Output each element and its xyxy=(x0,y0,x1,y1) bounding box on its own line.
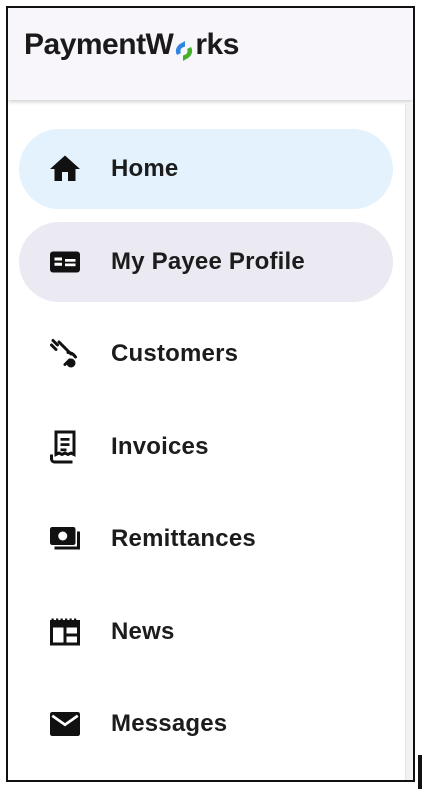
newspaper-icon xyxy=(45,612,85,652)
customers-icon xyxy=(45,334,85,374)
paymentworks-logo[interactable]: PaymentW rks xyxy=(24,28,239,62)
nav-item-messages[interactable]: Messages xyxy=(19,684,393,764)
envelope-icon xyxy=(45,704,85,744)
nav-label-news: News xyxy=(111,617,175,645)
receipt-icon xyxy=(45,427,85,467)
nav-label-customers: Customers xyxy=(111,340,239,367)
home-icon xyxy=(45,149,85,189)
nav-label-remittances: Remittances xyxy=(111,525,256,552)
nav-item-customers[interactable]: Customers xyxy=(19,314,393,394)
app-window: PaymentW rks Home My Payee Profile Custo… xyxy=(6,6,415,782)
nav-item-remittances[interactable]: Remittances xyxy=(19,499,393,579)
nav-label-my-payee-profile: My Payee Profile xyxy=(111,247,305,275)
nav-label-home: Home xyxy=(111,155,179,182)
nav-item-invoices[interactable]: Invoices xyxy=(19,407,393,487)
payments-icon xyxy=(45,519,85,559)
logo-o-icon xyxy=(174,36,194,61)
logo-text-suffix: rks xyxy=(195,28,239,61)
nav-item-home[interactable]: Home xyxy=(19,129,393,209)
scrollbar[interactable] xyxy=(405,104,413,780)
nav-label-invoices: Invoices xyxy=(111,432,209,460)
nav-item-my-payee-profile[interactable]: My Payee Profile xyxy=(19,221,393,302)
nav-label-messages: Messages xyxy=(111,710,228,737)
logo-text-prefix: PaymentW xyxy=(24,28,174,61)
side-navigation: Home My Payee Profile Customers Invoices… xyxy=(19,129,393,777)
id-card-icon xyxy=(45,242,85,282)
partial-edge-element xyxy=(418,755,422,789)
nav-item-news[interactable]: News xyxy=(19,592,393,672)
app-header: PaymentW rks xyxy=(8,8,413,100)
